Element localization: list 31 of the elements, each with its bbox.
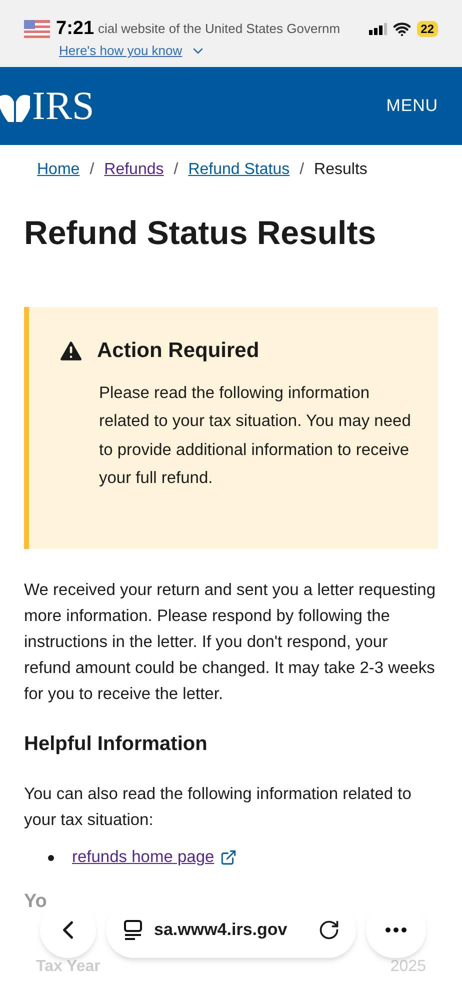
breadcrumb-separator: / bbox=[174, 160, 178, 180]
breadcrumb-link[interactable]: Home bbox=[37, 158, 80, 182]
status-message: We received your return and sent you a letter requesting more information. Please respond by following the instructions in the letter. If you don't respond, your refund amount could be changed. It may take 2-3 weeks for you to receive the letter. bbox=[24, 580, 437, 706]
alert-title: Action Required bbox=[97, 338, 260, 364]
alert-text: Please read the following information related to your tax situation. You may need to provide additional information to receive your full refund. bbox=[99, 382, 412, 490]
banner-text: cial website of the United States Governm bbox=[98, 20, 340, 38]
breadcrumb-current: Results bbox=[314, 160, 368, 180]
tabs-icon bbox=[122, 919, 144, 941]
more-icon bbox=[385, 927, 407, 933]
breadcrumb-separator: / bbox=[300, 160, 304, 180]
wifi-icon bbox=[392, 20, 411, 38]
url-text: sa.www4.irs.gov bbox=[154, 919, 288, 942]
signal-icon bbox=[368, 23, 387, 35]
status-time: 7:21 bbox=[56, 16, 94, 41]
irs-logo[interactable]: IRS bbox=[32, 86, 94, 126]
battery-indicator: 22 bbox=[416, 21, 438, 37]
menu-button[interactable]: MENU bbox=[386, 93, 438, 119]
external-link-icon bbox=[220, 849, 238, 866]
how-you-know-link[interactable]: Here's how you know bbox=[59, 41, 182, 60]
page-title: Refund Status Results bbox=[24, 213, 378, 253]
address-bar[interactable]: sa.www4.irs.gov bbox=[106, 902, 356, 958]
breadcrumb-separator: / bbox=[90, 160, 94, 180]
breadcrumb-link[interactable]: Refunds bbox=[104, 158, 164, 182]
section-text: You can also read the following information related to your tax situation: bbox=[24, 784, 412, 832]
section-heading: Helpful Information bbox=[24, 732, 208, 758]
reload-icon[interactable] bbox=[318, 919, 340, 941]
refunds-link[interactable]: refunds home page bbox=[72, 845, 214, 870]
bullet-icon bbox=[48, 854, 54, 861]
breadcrumb-link[interactable]: Refund Status bbox=[188, 158, 290, 182]
flag-icon bbox=[24, 20, 50, 38]
partial-heading: Yo bbox=[24, 890, 47, 914]
